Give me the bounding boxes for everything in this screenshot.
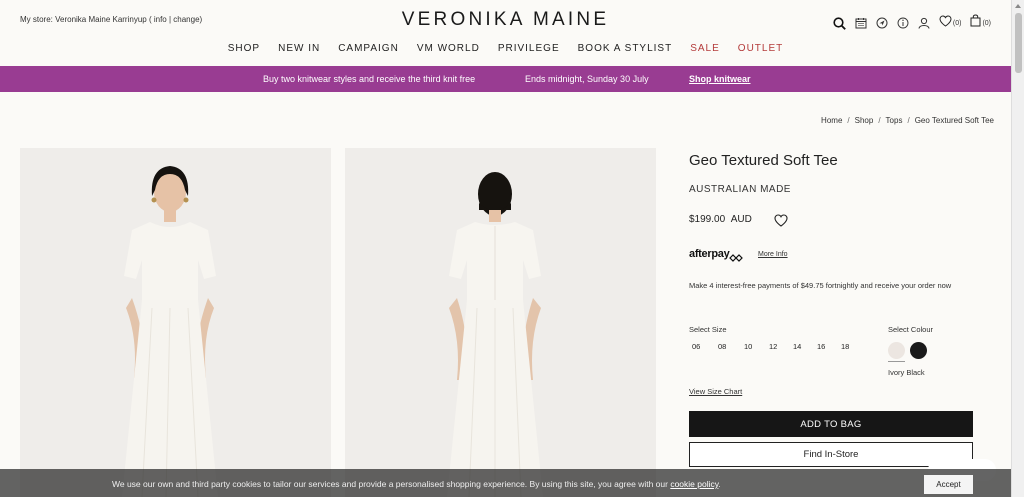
account-icon[interactable] — [918, 17, 930, 29]
size-options: 06 08 10 12 14 16 18 — [692, 342, 849, 351]
calendar-icon[interactable] — [855, 17, 867, 29]
product-image-back[interactable] — [345, 148, 656, 497]
nav-item-campaign[interactable]: CAMPAIGN — [338, 43, 399, 54]
promo-text: Buy two knitwear styles and receive the … — [263, 74, 476, 84]
heart-icon — [939, 14, 952, 32]
selected-swatch-indicator — [888, 361, 905, 362]
breadcrumb-separator: / — [907, 116, 910, 125]
product-origin: AUSTRALIAN MADE — [689, 184, 791, 195]
nav-item-privilege[interactable]: PRIVILEGE — [498, 43, 560, 54]
size-chart-link[interactable]: View Size Chart — [689, 387, 742, 396]
page-scrollbar[interactable] — [1011, 0, 1024, 497]
cookie-banner: We use our own and third party cookies t… — [0, 469, 1011, 497]
nav-item-sale[interactable]: SALE — [690, 43, 720, 54]
breadcrumb-shop[interactable]: Shop — [855, 116, 874, 125]
colour-swatch-ivory[interactable] — [888, 342, 905, 359]
header-icons: (0) (0) — [833, 14, 991, 32]
promo-link[interactable]: Shop knitwear — [689, 74, 751, 84]
breadcrumb-separator: / — [878, 116, 881, 125]
afterpay-instalment-text: Make 4 interest-free payments of $49.75 … — [689, 281, 952, 290]
size-option[interactable]: 18 — [841, 342, 849, 351]
add-to-wishlist-button[interactable] — [774, 214, 788, 232]
bag-button[interactable]: (0) — [970, 14, 991, 32]
site-header: My store: Veronika Maine Karrinyup ( inf… — [0, 0, 1011, 66]
cookie-suffix: . — [718, 479, 721, 489]
breadcrumb-current: Geo Textured Soft Tee — [914, 116, 994, 125]
cookie-accept-button[interactable]: Accept — [924, 475, 973, 494]
nav-item-book-a-stylist[interactable]: BOOK A STYLIST — [578, 43, 673, 54]
wishlist-count: (0) — [952, 19, 962, 27]
nav-item-vm-world[interactable]: VM WORLD — [417, 43, 480, 54]
size-label: Select Size — [689, 325, 727, 334]
price-amount: $199.00 — [689, 214, 726, 225]
nav-item-outlet[interactable]: OUTLET — [738, 43, 783, 54]
bag-icon — [970, 14, 981, 32]
afterpay-arrows-icon — [729, 250, 743, 268]
colour-label: Select Colour — [888, 325, 934, 334]
scroll-up-arrow[interactable] — [1015, 4, 1021, 8]
size-option[interactable]: 14 — [793, 342, 817, 351]
info-icon[interactable] — [897, 17, 909, 29]
promo-banner: Buy two knitwear styles and receive the … — [0, 66, 1011, 92]
breadcrumb-tops[interactable]: Tops — [886, 116, 903, 125]
heart-icon — [774, 214, 788, 231]
wishlist-button[interactable]: (0) — [939, 14, 962, 32]
product-title: Geo Textured Soft Tee — [689, 152, 838, 169]
promo-deadline: Ends midnight, Sunday 30 July — [525, 74, 649, 84]
size-option[interactable]: 16 — [817, 342, 841, 351]
cookie-text: We use our own and third party cookies t… — [112, 479, 721, 489]
cookie-policy-link[interactable]: cookie policy — [670, 479, 718, 489]
colour-names: Ivory Black — [888, 368, 925, 377]
size-option[interactable]: 08 — [718, 342, 744, 351]
size-option[interactable]: 10 — [744, 342, 769, 351]
cookie-message: We use our own and third party cookies t… — [112, 479, 671, 489]
afterpay-logo: afterpay — [689, 248, 730, 260]
product-image-front[interactable] — [20, 148, 331, 497]
size-option[interactable]: 06 — [692, 342, 718, 351]
search-icon[interactable] — [833, 16, 846, 30]
afterpay-more-info-link[interactable]: More Info — [758, 251, 788, 258]
nav-item-new-in[interactable]: NEW IN — [278, 43, 320, 54]
location-icon[interactable] — [876, 17, 888, 29]
size-option[interactable]: 12 — [769, 342, 793, 351]
breadcrumb-separator: / — [847, 116, 850, 125]
main-nav: SHOP NEW IN CAMPAIGN VM WORLD PRIVILEGE … — [0, 43, 1011, 54]
price-currency: AUD — [730, 214, 752, 225]
breadcrumb-home[interactable]: Home — [821, 116, 842, 125]
breadcrumb: Home / Shop / Tops / Geo Textured Soft Tee — [821, 116, 994, 125]
scroll-thumb[interactable] — [1015, 13, 1022, 73]
nav-item-shop[interactable]: SHOP — [228, 43, 260, 54]
add-to-bag-button[interactable]: ADD TO BAG — [689, 411, 973, 437]
colour-swatch-black[interactable] — [910, 342, 927, 359]
bag-count: (0) — [982, 19, 991, 27]
product-price: $199.00 AUD — [689, 214, 752, 225]
